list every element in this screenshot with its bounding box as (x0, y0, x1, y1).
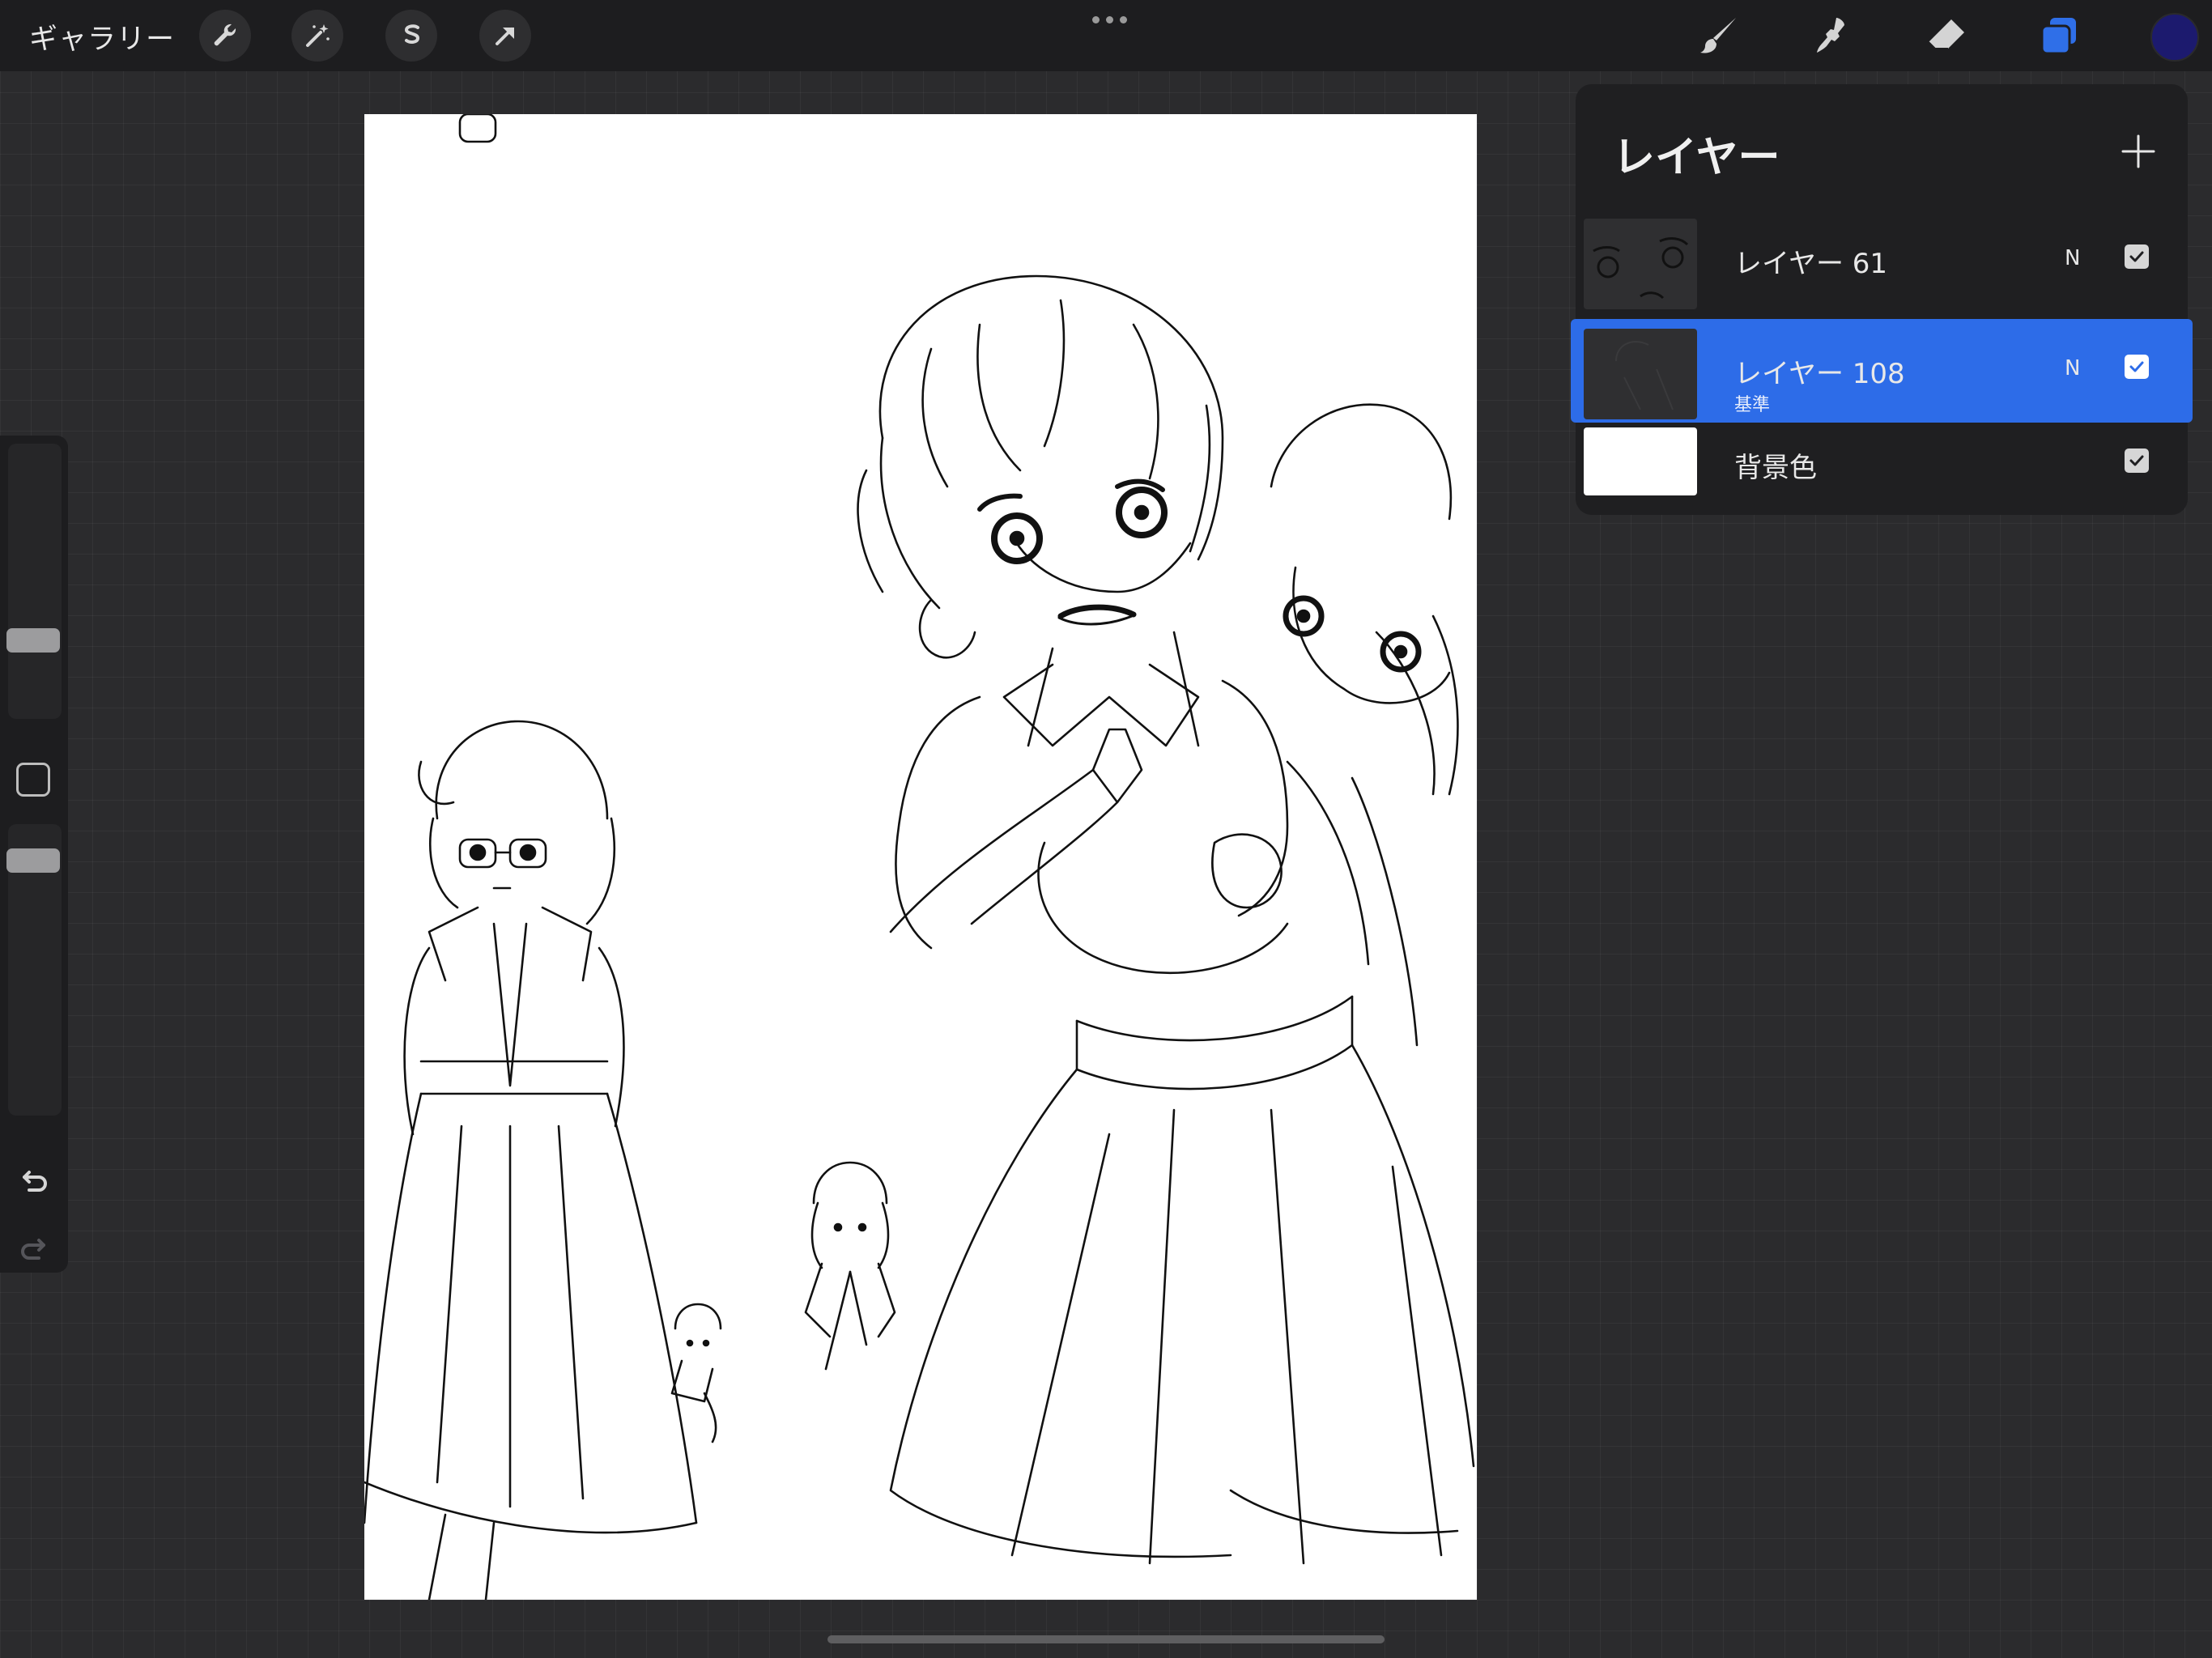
blend-mode-button[interactable]: N (2065, 246, 2080, 270)
eraser-tool[interactable] (1919, 10, 1972, 63)
smudge-icon (1817, 18, 1844, 53)
brush-size-thumb[interactable] (6, 628, 60, 653)
transform-arrow-icon (496, 28, 514, 45)
layers-icon (2040, 18, 2076, 55)
color-picker-swatch[interactable] (2150, 13, 2199, 62)
top-toolbar: ギャラリー (0, 0, 2212, 71)
gallery-button[interactable]: ギャラリー (29, 16, 175, 57)
home-indicator[interactable] (827, 1635, 1385, 1643)
layer-visibility-checkbox[interactable] (2125, 449, 2149, 473)
layer-visibility-checkbox[interactable] (2125, 355, 2149, 379)
add-layer-button[interactable] (2118, 131, 2159, 172)
layers-tool[interactable] (2032, 10, 2086, 63)
layer-visibility-checkbox[interactable] (2125, 244, 2149, 269)
layer-name: レイヤー 108 (1734, 358, 1905, 390)
modify-button[interactable] (16, 763, 50, 797)
selection-icon (404, 24, 420, 44)
redo-icon (21, 1239, 45, 1260)
brush-size-slider[interactable] (8, 444, 62, 719)
blend-mode-button[interactable]: N (2065, 356, 2080, 380)
actions-button[interactable] (199, 10, 251, 62)
layers-title: レイヤー (1613, 134, 1780, 182)
drawing-canvas[interactable] (364, 114, 1477, 1600)
layer-name: 背景色 (1734, 452, 1817, 484)
smudge-tool[interactable] (1806, 10, 1859, 63)
adjustments-button[interactable] (291, 10, 343, 62)
transform-button[interactable] (479, 10, 531, 62)
undo-icon (23, 1171, 47, 1192)
checkmark-icon (2129, 251, 2144, 262)
layer-reference-label: 基準 (1734, 395, 1771, 415)
redo-button[interactable] (15, 1231, 53, 1269)
layer-thumbnail (1584, 427, 1697, 495)
layers-panel: レイヤー レイヤー 61 N レイヤー 108 基準 N 背景色 (1571, 84, 2193, 515)
left-sidebar (0, 436, 68, 1273)
layer-thumbnail (1584, 329, 1697, 419)
selection-button[interactable] (385, 10, 437, 62)
plus-icon (2121, 134, 2155, 168)
opacity-thumb[interactable] (6, 848, 60, 873)
eraser-icon (1928, 19, 1964, 49)
layer-thumbnail (1584, 219, 1697, 309)
undo-button[interactable] (15, 1163, 53, 1201)
line-art-illustration (364, 114, 1475, 1600)
checkmark-icon (2129, 455, 2144, 466)
wrench-icon (214, 23, 236, 46)
magic-wand-icon (306, 24, 330, 47)
brush-icon (1700, 18, 1736, 53)
layer-row-background-color[interactable]: 背景色 (1576, 416, 2188, 520)
layer-row-108[interactable]: レイヤー 108 基準 N (1571, 319, 2193, 423)
layer-name: レイヤー 61 (1734, 248, 1888, 280)
more-options-icon[interactable] (1085, 5, 1134, 34)
checkmark-icon (2129, 361, 2144, 372)
layer-row-61[interactable]: レイヤー 61 N (1576, 209, 2188, 312)
brush-tool[interactable] (1692, 10, 1746, 63)
